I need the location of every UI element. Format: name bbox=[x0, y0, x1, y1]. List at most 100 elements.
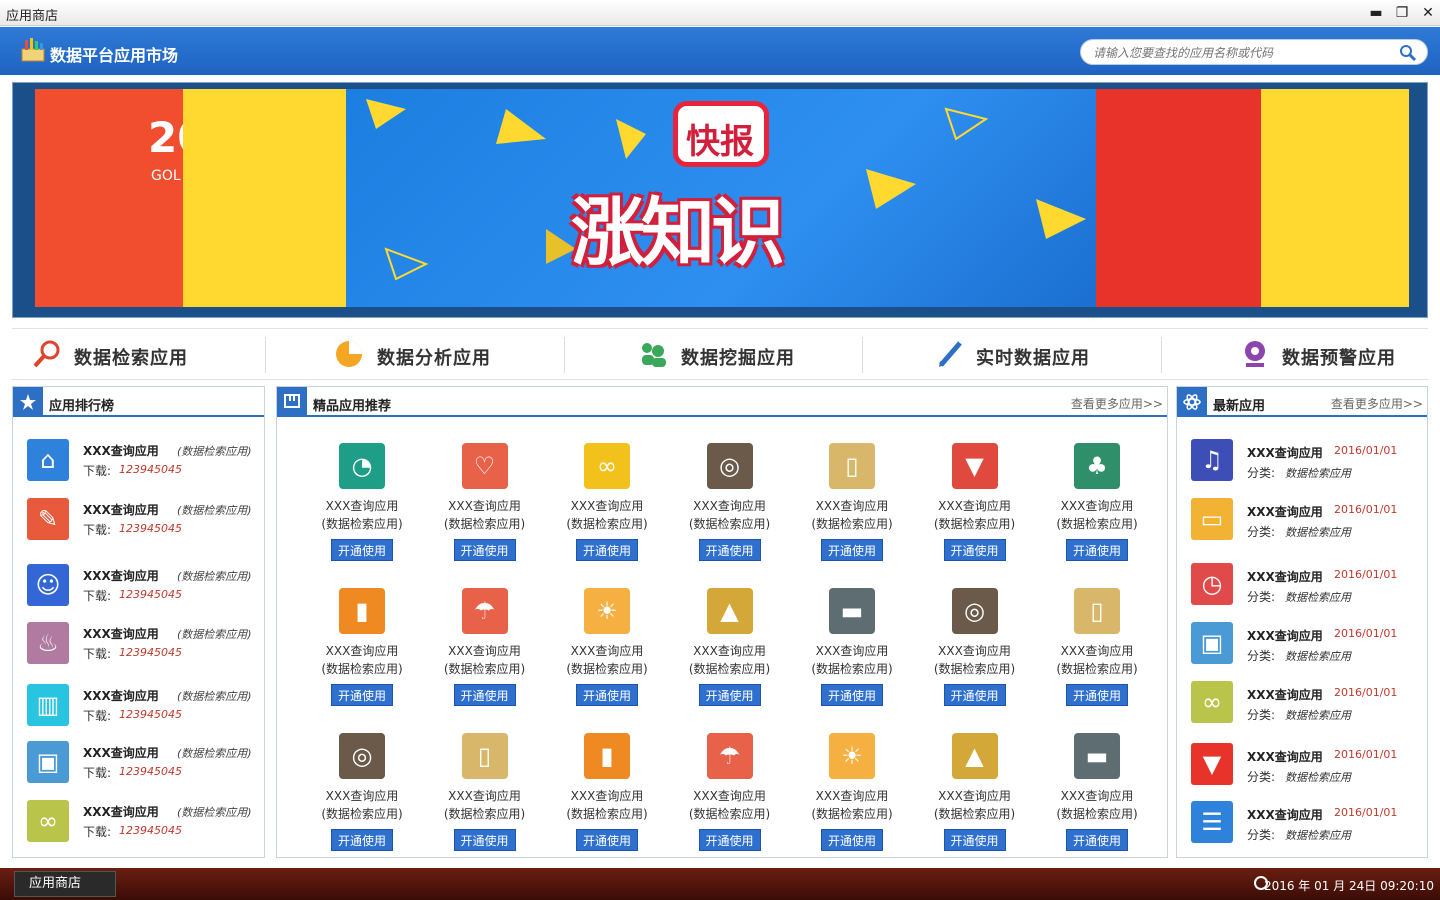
activate-button[interactable]: 开通使用 bbox=[331, 684, 393, 706]
activate-button[interactable]: 开通使用 bbox=[576, 684, 638, 706]
featured-app[interactable]: ▮ XXX查询应用 (数据检索应用) 开通使用 bbox=[307, 588, 417, 718]
featured-app[interactable]: ☀ XXX查询应用 (数据检索应用) 开通使用 bbox=[552, 588, 662, 718]
ball-icon[interactable]: ◔ bbox=[339, 443, 385, 489]
shorts-icon[interactable]: ▬ bbox=[829, 588, 875, 634]
activate-button[interactable]: 开通使用 bbox=[453, 829, 516, 851]
minimize-button[interactable]: ▬ bbox=[1366, 3, 1386, 23]
banner-carousel[interactable]: 20 GOL 快报 涨知识 bbox=[12, 82, 1428, 318]
activate-button[interactable]: 开通使用 bbox=[453, 539, 516, 561]
activate-button[interactable]: 开通使用 bbox=[943, 684, 1006, 706]
ranking-item[interactable]: ⌂ XXX查询应用 (数据检索应用) 下载: 123945045 bbox=[27, 437, 267, 483]
close-button[interactable]: ✕ bbox=[1418, 3, 1438, 23]
sailboat-icon[interactable]: ▲ bbox=[706, 588, 753, 634]
flipflop-icon[interactable]: ▮ bbox=[339, 588, 385, 634]
featured-app[interactable]: ▲ XXX查询应用 (数据检索应用) 开通使用 bbox=[675, 588, 785, 718]
shorts-icon[interactable]: ▬ bbox=[1074, 733, 1120, 779]
featured-app[interactable]: ▯ XXX查询应用 (数据检索应用) 开通使用 bbox=[430, 733, 540, 863]
activate-button[interactable]: 开通使用 bbox=[1066, 539, 1128, 561]
featured-app[interactable]: ☀ XXX查询应用 (数据检索应用) 开通使用 bbox=[797, 733, 907, 863]
umbrella-icon[interactable]: ☂ bbox=[706, 733, 753, 779]
featured-app[interactable]: ▼ XXX查询应用 (数据检索应用) 开通使用 bbox=[920, 443, 1030, 573]
latest-item[interactable]: ▼ XXX查询应用 2016/01/01 分类: 数据检索应用 bbox=[1191, 743, 1431, 789]
ranking-item[interactable]: ∞ XXX查询应用 (数据检索应用) 下载: 123945045 bbox=[27, 798, 267, 844]
activate-button[interactable]: 开通使用 bbox=[331, 829, 393, 851]
featured-app[interactable]: ◎ XXX查询应用 (数据检索应用) 开通使用 bbox=[307, 733, 417, 863]
popsicle-icon[interactable]: ▯ bbox=[1074, 588, 1120, 634]
latest-item[interactable]: ▣ XXX查询应用 2016/01/01 分类: 数据检索应用 bbox=[1191, 622, 1431, 668]
search-icon[interactable] bbox=[1399, 44, 1417, 62]
featured-app[interactable]: ☂ XXX查询应用 (数据检索应用) 开通使用 bbox=[675, 733, 785, 863]
latest-more-link[interactable]: 查看更多应用>> bbox=[1331, 395, 1423, 412]
featured-app[interactable]: ♡ XXX查询应用 (数据检索应用) 开通使用 bbox=[430, 443, 540, 573]
sun-icon[interactable]: ☀ bbox=[829, 733, 875, 779]
ranking-item[interactable]: ♨ XXX查询应用 (数据检索应用) 下载: 123945045 bbox=[27, 620, 267, 666]
sun-icon[interactable]: ☀ bbox=[584, 588, 630, 634]
umbrella-icon[interactable]: ☂ bbox=[461, 588, 508, 634]
featured-more-link[interactable]: 查看更多应用>> bbox=[1071, 395, 1163, 412]
flipflop-icon[interactable]: ▮ bbox=[584, 733, 630, 779]
activate-button[interactable]: 开通使用 bbox=[943, 829, 1006, 851]
category-bar: 数据检索应用 数据分析应用 数据挖掘应用 实时数据应用 数据预警应用 bbox=[12, 328, 1428, 380]
featured-app[interactable]: ◔ XXX查询应用 (数据检索应用) 开通使用 bbox=[307, 443, 417, 573]
palm-icon[interactable]: ♣ bbox=[1074, 443, 1120, 489]
restore-button[interactable]: ❐ bbox=[1392, 3, 1412, 23]
category-mining[interactable]: 数据挖掘应用 bbox=[638, 329, 868, 381]
featured-app[interactable]: ♣ XXX查询应用 (数据检索应用) 开通使用 bbox=[1042, 443, 1152, 573]
lifebuoy-icon[interactable]: ◎ bbox=[339, 733, 385, 779]
search-box[interactable] bbox=[1080, 39, 1428, 65]
activate-button[interactable]: 开通使用 bbox=[331, 539, 393, 561]
featured-app[interactable]: ∞ XXX查询应用 (数据检索应用) 开通使用 bbox=[552, 443, 662, 573]
latest-item[interactable]: ☰ XXX查询应用 2016/01/01 分类: 数据检索应用 bbox=[1191, 801, 1431, 847]
banner-slide-right[interactable] bbox=[1096, 89, 1266, 307]
featured-app[interactable]: ▬ XXX查询应用 (数据检索应用) 开通使用 bbox=[797, 588, 907, 718]
category-alert[interactable]: 数据预警应用 bbox=[1240, 329, 1428, 381]
activate-button[interactable]: 开通使用 bbox=[1066, 829, 1128, 851]
ranking-item[interactable]: ✎ XXX查询应用 (数据检索应用) 下载: 123945045 bbox=[27, 496, 267, 542]
featured-app[interactable]: ▲ XXX查询应用 (数据检索应用) 开通使用 bbox=[920, 733, 1030, 863]
image-icon: ▣ bbox=[27, 741, 69, 783]
activate-button[interactable]: 开通使用 bbox=[943, 539, 1006, 561]
featured-app[interactable]: ▬ XXX查询应用 (数据检索应用) 开通使用 bbox=[1042, 733, 1152, 863]
search-input[interactable] bbox=[1093, 44, 1393, 62]
lifebuoy-icon[interactable]: ◎ bbox=[706, 443, 753, 489]
activate-button[interactable]: 开通使用 bbox=[821, 539, 883, 561]
taskbar-clock: 2016 年 01 月 24日 09:20:10 bbox=[1263, 879, 1434, 893]
ranking-item[interactable]: ▣ XXX查询应用 (数据检索应用) 下载: 123945045 bbox=[27, 739, 267, 785]
banner-slide-right-yellow[interactable] bbox=[1261, 89, 1409, 307]
activate-button[interactable]: 开通使用 bbox=[698, 829, 761, 851]
featured-panel: 精品应用推荐 查看更多应用>> ◔ XXX查询应用 (数据检索应用) 开通使用 ♡ XXX… bbox=[276, 386, 1168, 858]
activate-button[interactable]: 开通使用 bbox=[698, 684, 761, 706]
lifebuoy-icon[interactable]: ◎ bbox=[951, 588, 998, 634]
popsicle-icon[interactable]: ▯ bbox=[461, 733, 508, 779]
activate-button[interactable]: 开通使用 bbox=[1066, 684, 1128, 706]
taskbar-app-button[interactable]: 应用商店 bbox=[14, 871, 116, 897]
popsicle-icon[interactable]: ▯ bbox=[829, 443, 875, 489]
latest-item[interactable]: ◷ XXX查询应用 2016/01/01 分类: 数据检索应用 bbox=[1191, 563, 1431, 609]
featured-app[interactable]: ▯ XXX查询应用 (数据检索应用) 开通使用 bbox=[1042, 588, 1152, 718]
glasses-icon[interactable]: ∞ bbox=[584, 443, 630, 489]
category-analysis[interactable]: 数据分析应用 bbox=[334, 329, 564, 381]
icecream-icon[interactable]: ▼ bbox=[951, 443, 998, 489]
sailboat-icon[interactable]: ▲ bbox=[951, 733, 998, 779]
latest-item[interactable]: ∞ XXX查询应用 2016/01/01 分类: 数据检索应用 bbox=[1191, 681, 1431, 727]
featured-app[interactable]: ▮ XXX查询应用 (数据检索应用) 开通使用 bbox=[552, 733, 662, 863]
category-search[interactable]: 数据检索应用 bbox=[32, 329, 262, 381]
banner-slide-yellow[interactable] bbox=[183, 89, 353, 307]
ranking-item[interactable]: ▥ XXX查询应用 (数据检索应用) 下载: 123945045 bbox=[27, 682, 267, 728]
featured-app[interactable]: ▯ XXX查询应用 (数据检索应用) 开通使用 bbox=[797, 443, 907, 573]
latest-item[interactable]: ♫ XXX查询应用 2016/01/01 分类: 数据检索应用 bbox=[1191, 439, 1431, 485]
bulb-icon: ♨ bbox=[27, 622, 69, 664]
activate-button[interactable]: 开通使用 bbox=[453, 684, 516, 706]
ranking-item[interactable]: ☺ XXX查询应用 (数据检索应用) 下载: 123945045 bbox=[27, 562, 267, 608]
activate-button[interactable]: 开通使用 bbox=[821, 684, 883, 706]
activate-button[interactable]: 开通使用 bbox=[821, 829, 883, 851]
bikini-icon[interactable]: ♡ bbox=[461, 443, 508, 489]
activate-button[interactable]: 开通使用 bbox=[576, 829, 638, 851]
category-realtime[interactable]: 实时数据应用 bbox=[936, 329, 1166, 381]
featured-app[interactable]: ◎ XXX查询应用 (数据检索应用) 开通使用 bbox=[675, 443, 785, 573]
activate-button[interactable]: 开通使用 bbox=[576, 539, 638, 561]
activate-button[interactable]: 开通使用 bbox=[698, 539, 761, 561]
featured-app[interactable]: ☂ XXX查询应用 (数据检索应用) 开通使用 bbox=[430, 588, 540, 718]
featured-app[interactable]: ◎ XXX查询应用 (数据检索应用) 开通使用 bbox=[920, 588, 1030, 718]
latest-item[interactable]: ▭ XXX查询应用 2016/01/01 分类: 数据检索应用 bbox=[1191, 498, 1431, 544]
